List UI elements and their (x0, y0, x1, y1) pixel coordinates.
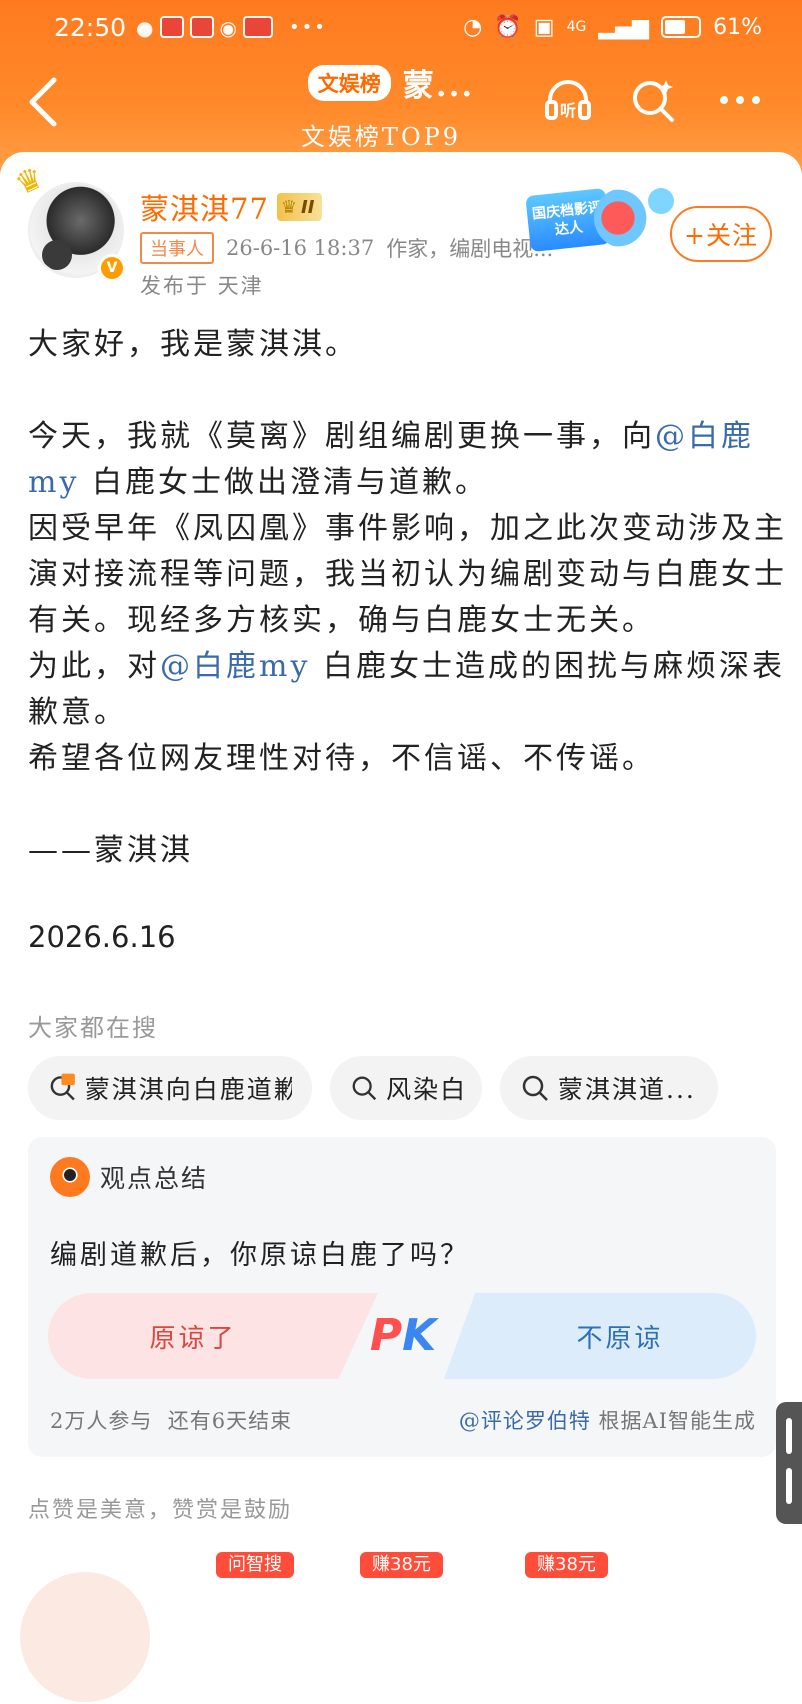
poll-remaining: 还有6天结束 (167, 1409, 293, 1433)
notification-icons: ● ◉ ••• (136, 16, 327, 40)
author-header: ♛ V 蒙淇淇77 ♛ II 当事人 26-6-16 18:37 作家，编剧电视.… (10, 160, 774, 322)
pk-k: K (402, 1310, 437, 1361)
wechat-icon: ● (136, 16, 154, 40)
post-paragraph-2: 今天，我就《莫离》剧组编剧更换一事，向@白鹿my 白鹿女士做出澄清与道歉。 (28, 414, 788, 506)
battery-icon (661, 16, 702, 38)
listen-label: 听 (560, 101, 576, 120)
search-pill-text: 风染白 (386, 1075, 462, 1104)
ranking-badge: 文娱榜 (307, 64, 391, 101)
home-app-icon (159, 16, 184, 38)
post-text: 今天，我就《莫离》剧组编剧更换一事，向 (28, 419, 655, 454)
nav-title: 蒙... (402, 68, 475, 104)
reward-label: 点赞是美意，赞赏是鼓励 (28, 1498, 293, 1523)
pk-poll: 原谅了 不原谅 PK (48, 1293, 756, 1379)
mascot-icon (50, 1157, 90, 1197)
network-label: 4G (566, 19, 587, 35)
source-handle-link[interactable]: @评论罗伯特 (459, 1409, 591, 1433)
headphones-icon: 听 (545, 80, 591, 120)
post-time: 26-6-16 18:37 (226, 236, 375, 260)
search-icon (522, 1075, 548, 1101)
reward-row: 问智搜 赚38元 赚38元 (20, 1552, 780, 1704)
poll-footer: 2万人参与 还有6天结束 @评论罗伯特 根据AI智能生成 (50, 1405, 756, 1435)
pk-p: P (369, 1310, 403, 1361)
follow-button[interactable]: +关注 (670, 206, 772, 262)
poll-question: 编剧道歉后，你原谅白鹿了吗？ (50, 1240, 470, 1271)
verified-icon: V (98, 254, 126, 282)
status-bar: 22:50 ● ◉ ••• ◔ ⏰ ▣ 4G ▂▄▆ 61% (0, 0, 802, 54)
mention-link[interactable]: @白鹿my (160, 649, 310, 684)
more-button[interactable] (712, 72, 768, 128)
post-paragraph-1: 大家好，我是蒙淇淇。 (28, 327, 358, 362)
search-icon (633, 80, 674, 122)
award-decoration (594, 188, 654, 248)
more-dots-icon (720, 96, 760, 104)
opinion-title: 观点总结 (100, 1164, 209, 1193)
status-time: 22:50 (54, 12, 127, 42)
reward-tag[interactable]: 赚38元 (525, 1552, 608, 1578)
post-signature: ——蒙淇淇 (28, 833, 193, 868)
search-pill[interactable]: 风染白 (330, 1056, 482, 1120)
nav-bar: 文娱榜 蒙... 文娱榜TOP9 听 (0, 54, 802, 154)
toutiao-icon (242, 16, 273, 38)
search-pill[interactable]: 蒙淇淇道... (500, 1056, 718, 1120)
avatar[interactable]: ♛ V (10, 160, 128, 282)
search-pill-text: 蒙淇淇道... (558, 1075, 696, 1104)
level-badge[interactable]: ♛ II (276, 193, 323, 221)
hot-search-icon (50, 1073, 75, 1101)
search-icon (352, 1076, 377, 1101)
post-text: 为此，对 (28, 649, 160, 684)
post-card: ♛ V 蒙淇淇77 ♛ II 当事人 26-6-16 18:37 作家，编剧电视.… (0, 152, 802, 1704)
listen-button[interactable]: 听 (540, 72, 596, 128)
trending-search-label: 大家都在搜 (28, 1014, 158, 1042)
post-paragraph-3: 因受早年《凤囚凰》事件影响，加之此次变动涉及主演对接流程等问题，我当初认为编剧变… (28, 511, 787, 638)
alarm-icon: ⏰ (494, 14, 522, 40)
reward-avatar[interactable] (20, 1572, 150, 1702)
award-ball-icon (648, 188, 674, 214)
post-text: 白鹿女士做出澄清与道歉。 (79, 465, 488, 500)
speed-icon: ◔ (463, 14, 483, 40)
status-right: ◔ ⏰ ▣ 4G ▂▄▆ 61% (463, 15, 762, 40)
post-paragraph-4: 为此，对@白鹿my 白鹿女士造成的困扰与麻烦深表歉意。 (28, 644, 788, 736)
reward-tag[interactable]: 问智搜 (216, 1552, 294, 1578)
vote-not-forgive-button[interactable]: 不原谅 (444, 1293, 756, 1379)
opinion-summary-card: 观点总结 编剧道歉后，你原谅白鹿了吗？ 原谅了 不原谅 PK 2万人参与 还有6… (28, 1137, 776, 1457)
post-location: 发布于 天津 (140, 274, 264, 298)
party-tag: 当事人 (140, 232, 214, 264)
search-pill-text: 蒙淇淇向白鹿道歉 (84, 1075, 292, 1104)
battery-text: 61% (713, 14, 762, 40)
post-paragraph-5: 希望各位网友理性对待，不信谣、不传谣。 (28, 741, 655, 776)
level-text: II (301, 196, 315, 218)
more-notifications-icon: ••• (288, 16, 327, 38)
trending-search-list: 蒙淇淇向白鹿道歉 风染白 蒙淇淇道... (28, 1056, 718, 1120)
signal-icon: ▂▄▆ (598, 14, 650, 40)
search-button[interactable] (626, 72, 682, 128)
weibo-icon: ◉ (219, 16, 237, 40)
pk-icon: PK (348, 1303, 458, 1369)
author-name[interactable]: 蒙淇淇77 (140, 186, 269, 228)
poll-participants: 2万人参与 (50, 1409, 153, 1433)
reward-tag[interactable]: 赚38元 (360, 1552, 443, 1578)
post-date: 2026.6.16 (28, 920, 176, 954)
crown-mini-icon: ♛ (280, 196, 298, 218)
post-body: 大家好，我是蒙淇淇。 今天，我就《莫离》剧组编剧更换一事，向@白鹿my 白鹿女士… (28, 322, 788, 960)
home-app-icon-2 (189, 16, 214, 38)
floating-scroll-handle[interactable] (776, 1402, 802, 1524)
source-suffix: 根据AI智能生成 (598, 1409, 756, 1433)
camera-icon: ▣ (533, 14, 555, 40)
award-badge[interactable]: 国庆档影评达人 (525, 187, 678, 268)
search-pill[interactable]: 蒙淇淇向白鹿道歉 (28, 1056, 312, 1120)
vote-forgive-button[interactable]: 原谅了 (48, 1293, 378, 1379)
